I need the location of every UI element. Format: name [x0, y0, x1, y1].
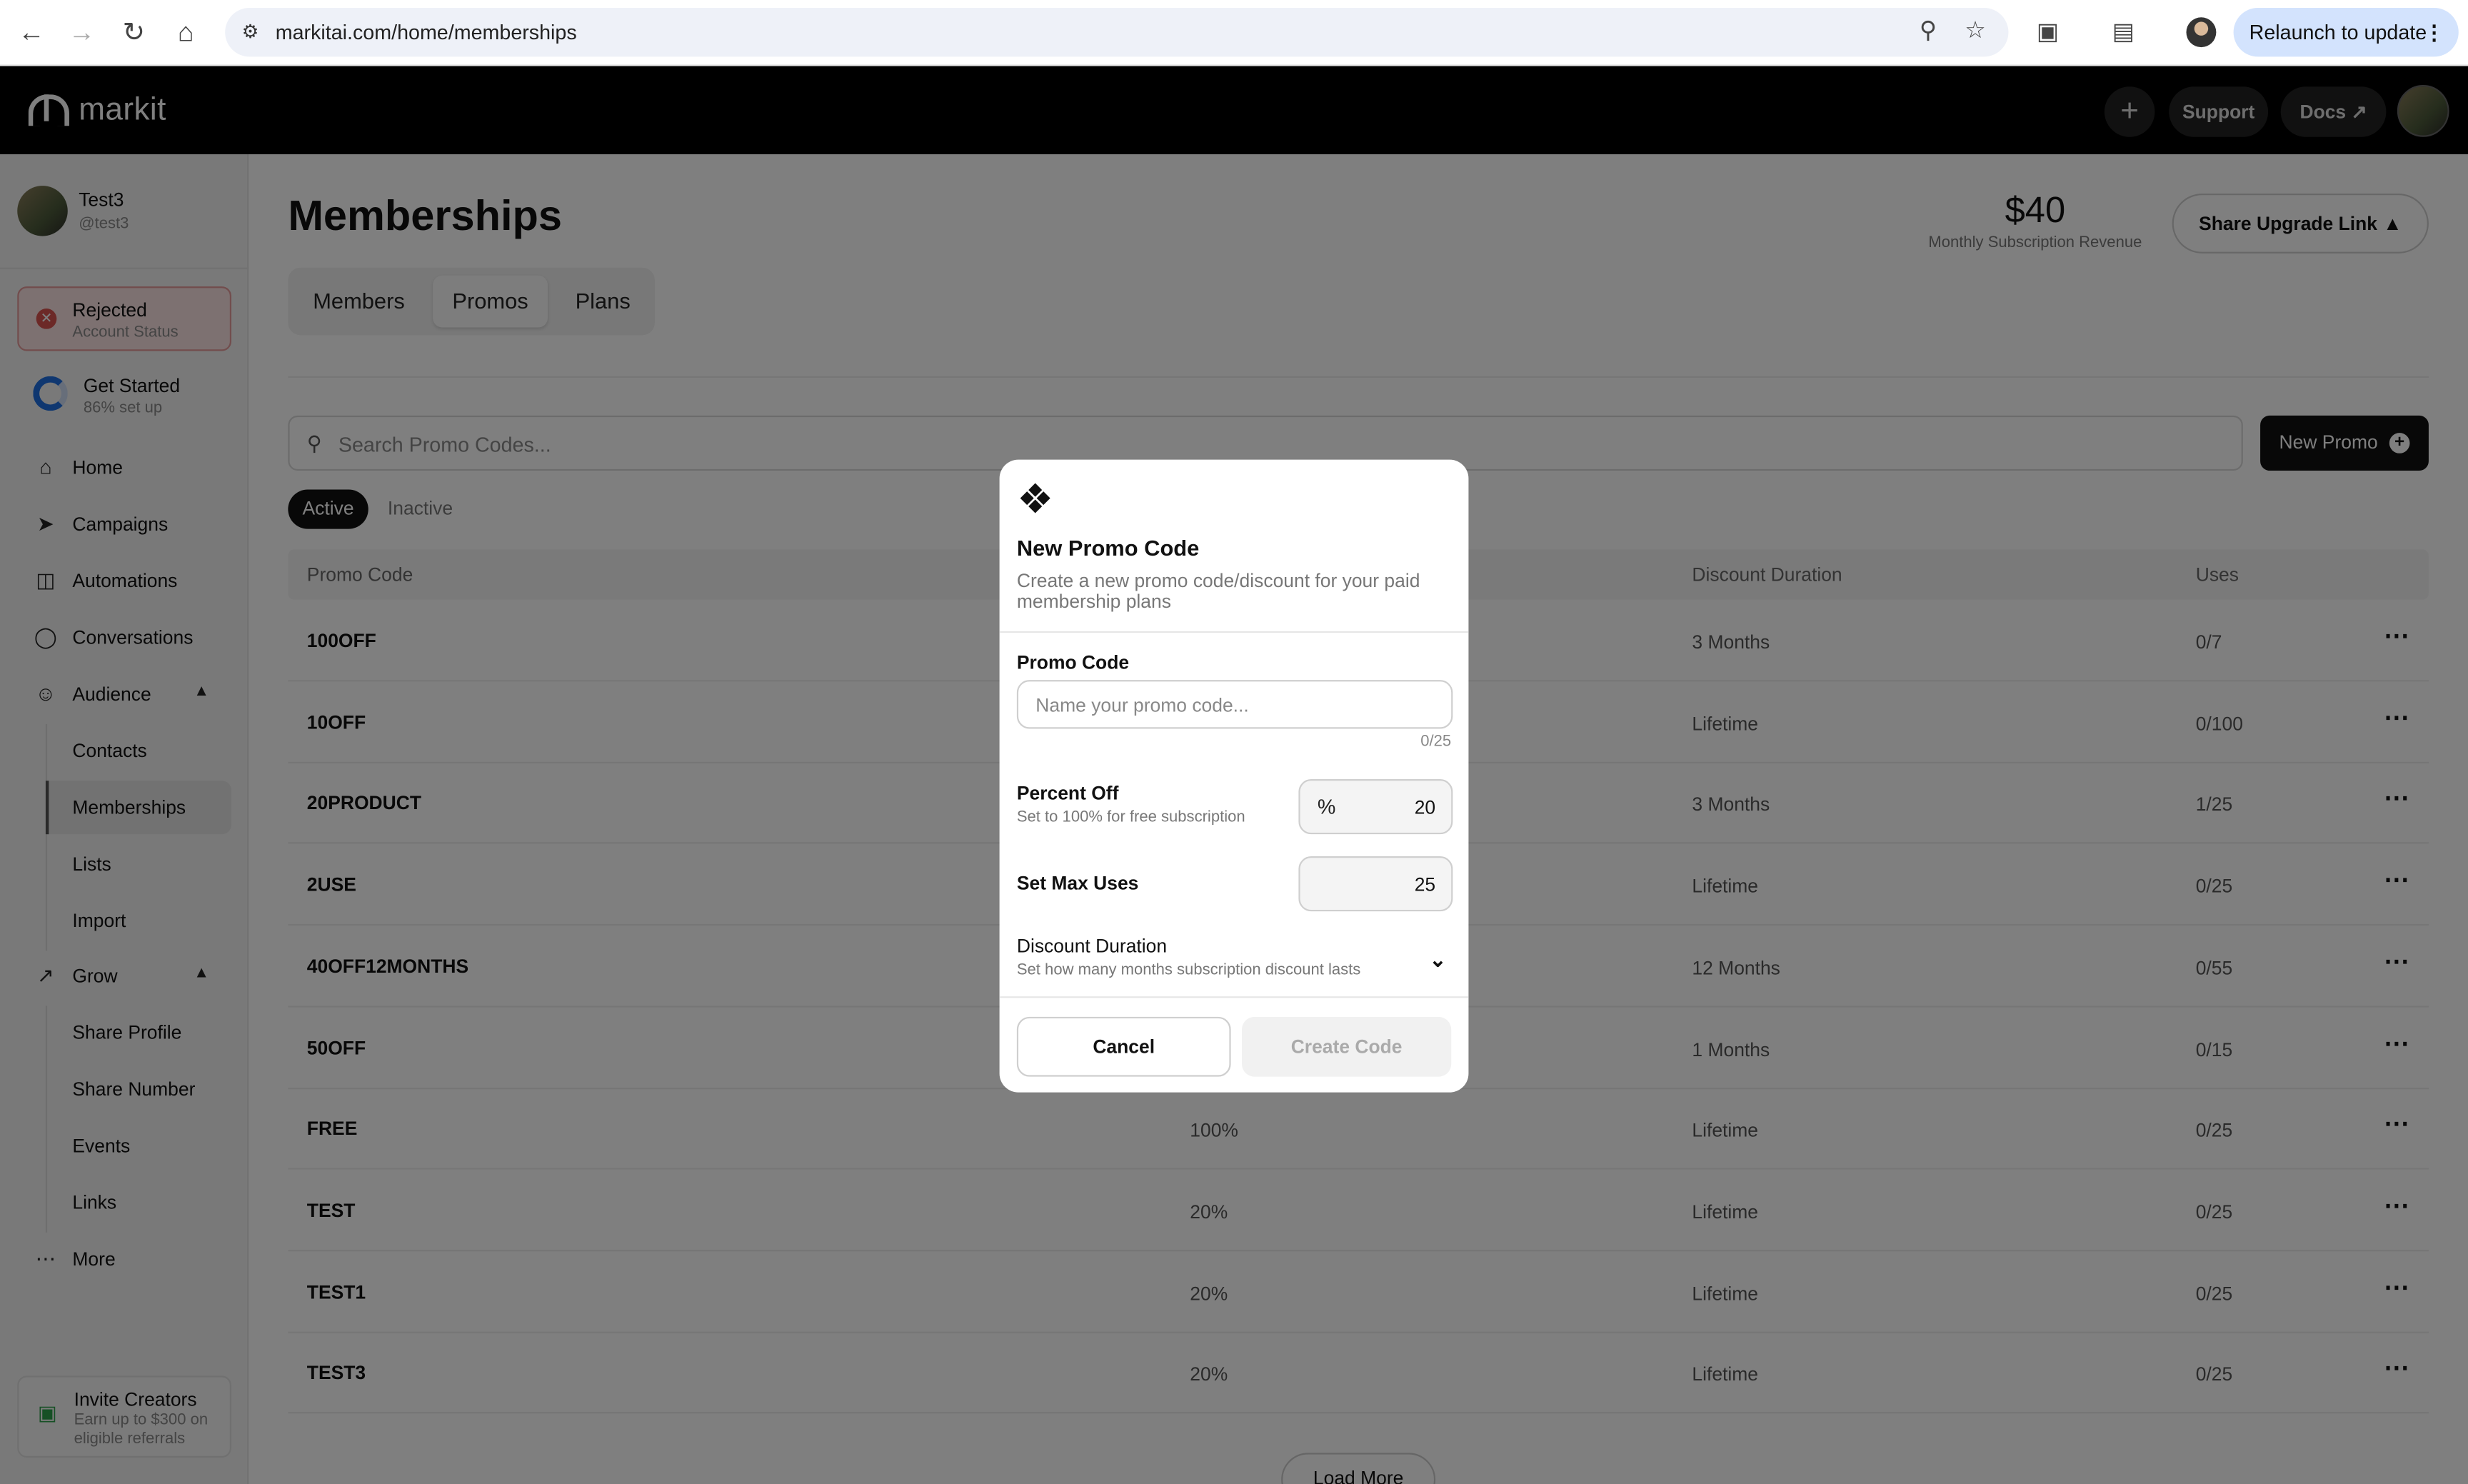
percent-prefix: % [1317, 795, 1336, 819]
chevron-down-icon[interactable]: ⌄ [1430, 948, 1447, 973]
divider [999, 996, 1469, 998]
promo-code-input[interactable] [1016, 680, 1453, 729]
discount-duration-label: Discount Duration [1016, 935, 1168, 958]
percent-off-hint: Set to 100% for free subscription [1016, 808, 1245, 827]
browser-toolbar: ← → ↻ ⌂ ⚙ markitai.com/home/memberships … [0, 0, 2468, 66]
home-icon[interactable]: ⌂ [170, 17, 201, 49]
url-text[interactable]: markitai.com/home/memberships [276, 21, 577, 44]
forward-icon[interactable]: → [66, 17, 98, 49]
create-code-button[interactable]: Create Code [1242, 1016, 1452, 1077]
max-uses-label: Set Max Uses [1016, 872, 1139, 894]
site-settings-icon[interactable]: ⚙ [238, 19, 263, 44]
price-tag-icon: ❖ [1016, 475, 1054, 523]
new-promo-dialog: ❖ New Promo Code Create a new promo code… [999, 459, 1469, 1093]
percent-off-label: Percent Off [1016, 782, 1119, 805]
address-bar[interactable]: ⚙ markitai.com/home/memberships ⚲ ☆ [225, 8, 2009, 57]
extensions-icon[interactable]: ▣ [2032, 17, 2063, 49]
reload-icon[interactable]: ↻ [118, 17, 149, 49]
relaunch-button[interactable]: Relaunch to update ⋮ [2233, 8, 2459, 57]
promo-code-label: Promo Code [1016, 651, 1130, 674]
divider [999, 631, 1469, 633]
max-uses-value: 25 [1414, 873, 1436, 896]
char-counter: 0/25 [1420, 733, 1452, 751]
zoom-icon[interactable]: ⚲ [1914, 17, 1942, 46]
cancel-button[interactable]: Cancel [1016, 1016, 1231, 1077]
dialog-title: New Promo Code [1016, 535, 1200, 561]
discount-duration-hint: Set how many months subscription discoun… [1016, 961, 1361, 979]
max-uses-input[interactable]: 25 [1298, 856, 1453, 912]
back-icon[interactable]: ← [16, 17, 47, 49]
bookmark-star-icon[interactable]: ☆ [1961, 17, 1990, 46]
browser-profile-avatar[interactable] [2186, 17, 2217, 48]
percent-off-value: 20 [1414, 796, 1436, 819]
relaunch-label: Relaunch to update [2249, 20, 2427, 44]
browser-menu-icon[interactable]: ⋮ [2424, 8, 2444, 56]
dialog-description: Create a new promo code/discount for you… [1016, 569, 1420, 613]
percent-off-input[interactable]: % 20 [1298, 779, 1453, 835]
tab-search-icon[interactable]: ▤ [2107, 17, 2139, 49]
